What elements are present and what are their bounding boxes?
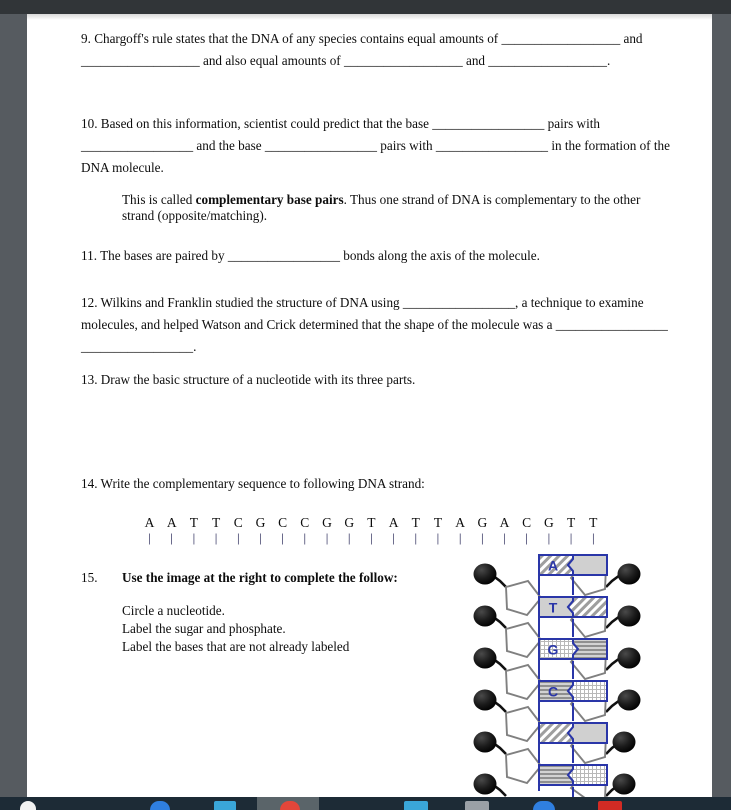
sequence-base-7: C xyxy=(300,514,310,530)
rung-2-right-base xyxy=(572,638,608,660)
dna-sequence-letters: AATTCGCCGGTATTAGACGTT xyxy=(139,515,604,531)
question-13-number: 13. xyxy=(81,372,98,388)
sequence-bond-4: | xyxy=(236,529,240,545)
sequence-bond-6: | xyxy=(281,529,284,545)
sequence-base-20: T xyxy=(589,514,598,530)
rung-3-right-base xyxy=(566,680,608,702)
rung-1-left-label: T xyxy=(549,600,558,616)
rung-3-left-label: C xyxy=(548,684,558,700)
sequence-bond-12: | xyxy=(414,529,418,545)
sequence-bond-8: | xyxy=(325,529,329,545)
question-12: 12. Wilkins and Franklin studied the str… xyxy=(81,292,672,357)
question-14-text: Write the complementary sequence to foll… xyxy=(100,476,425,492)
note-complementary-base-pairs: This is called complementary base pairs.… xyxy=(122,192,672,225)
sequence-base-5: G xyxy=(255,514,266,530)
note-prefix: This is called xyxy=(122,191,196,207)
base-pair-rung-4 xyxy=(538,722,608,744)
sequence-base-15: G xyxy=(477,514,488,530)
sequence-base-18: G xyxy=(544,514,554,530)
sequence-base-12: T xyxy=(411,514,420,530)
screen: 9. Chargoff's rule states that the DNA o… xyxy=(0,0,731,810)
sequence-base-9: G xyxy=(344,514,355,530)
rung-0-left-label: A xyxy=(548,558,558,574)
taskbar-icon-browser[interactable] xyxy=(150,801,170,810)
gap-after-q11 xyxy=(81,266,672,292)
question-12-text: Wilkins and Franklin studied the structu… xyxy=(81,295,668,354)
os-taskbar[interactable] xyxy=(0,797,731,810)
base-pair-rung-1: T xyxy=(538,596,608,618)
base-pair-rung-2: G xyxy=(538,638,608,660)
sequence-base-8: G xyxy=(322,514,332,530)
sequence-base-4: C xyxy=(233,514,243,530)
sequence-base-1: A xyxy=(166,514,177,530)
question-9-number: 9. xyxy=(81,31,91,46)
note-bold-term: complementary base pairs xyxy=(195,191,344,207)
viewer-right-gutter xyxy=(712,14,731,797)
question-12-number: 12. xyxy=(81,295,98,311)
document-page[interactable]: 9. Chargoff's rule states that the DNA o… xyxy=(27,14,712,797)
taskbar-icon-start[interactable] xyxy=(20,801,36,810)
sequence-base-10: T xyxy=(367,514,376,530)
phosphate-group-left xyxy=(473,563,497,795)
viewer-left-gutter xyxy=(0,14,27,797)
sequence-base-2: T xyxy=(189,514,198,530)
sequence-bond-9: | xyxy=(347,529,351,545)
rung-2-left-label: G xyxy=(548,642,559,658)
sequence-base-0: A xyxy=(144,514,155,530)
question-11-text: The bases are paired by ________________… xyxy=(100,247,540,263)
rung-1-right-base xyxy=(566,596,608,618)
window-top-chrome xyxy=(0,0,731,14)
taskbar-icon-explorer[interactable] xyxy=(214,801,236,810)
sequence-base-3: T xyxy=(211,514,221,530)
sequence-bond-7: | xyxy=(303,529,307,545)
sequence-base-17: C xyxy=(522,514,532,530)
question-14-number: 14. xyxy=(81,476,98,492)
question-13: 13. Draw the basic structure of a nucleo… xyxy=(81,369,672,391)
sequence-base-13: T xyxy=(433,514,443,530)
sequence-base-16: A xyxy=(499,514,510,530)
dna-ladder-diagram: A T G C xyxy=(444,533,668,797)
gap-after-q9 xyxy=(81,90,672,113)
sequence-base-11: A xyxy=(388,514,399,530)
sequence-base-19: T xyxy=(566,514,576,530)
taskbar-icon-chrome[interactable] xyxy=(533,801,555,810)
sequence-bond-11: | xyxy=(392,529,395,545)
sequence-bond-5: | xyxy=(259,529,262,545)
question-14: 14. Write the complementary sequence to … xyxy=(81,473,672,495)
taskbar-icon-folder[interactable] xyxy=(465,801,489,810)
rung-4-right-base xyxy=(566,722,608,744)
rung-0-right-base xyxy=(566,554,608,576)
sequence-bond-1: | xyxy=(170,529,173,545)
sequence-base-14: A xyxy=(455,514,465,530)
rung-5-right-base xyxy=(566,764,608,786)
question-10: 10. Based on this information, scientist… xyxy=(81,113,672,178)
sequence-bond-2: | xyxy=(192,529,196,545)
phosphate-group-right xyxy=(612,563,641,795)
question-9-text: Chargoff's rule states that the DNA of a… xyxy=(81,31,643,68)
question-10-number: 10. xyxy=(81,116,98,132)
sequence-bond-3: | xyxy=(214,529,218,545)
question-10-text: Based on this information, scientist cou… xyxy=(81,116,670,175)
taskbar-icon-active-window[interactable] xyxy=(280,801,300,810)
base-pair-rung-0: A xyxy=(538,554,608,576)
taskbar-icon-word[interactable] xyxy=(404,801,428,810)
sequence-base-6: C xyxy=(278,514,288,530)
base-pair-rung-3: C xyxy=(538,680,608,702)
question-15-number: 15. xyxy=(81,569,98,585)
left-backbone xyxy=(473,563,543,797)
sequence-bond-10: | xyxy=(370,529,373,545)
answer-space-q13[interactable] xyxy=(81,391,672,473)
base-pair-rung-5 xyxy=(538,764,608,786)
sequence-bond-0: | xyxy=(148,529,151,545)
question-13-text: Draw the basic structure of a nucleotide… xyxy=(100,372,416,388)
question-11: 11. The bases are paired by ____________… xyxy=(81,245,672,267)
question-9: 9. Chargoff's rule states that the DNA o… xyxy=(81,28,672,71)
taskbar-icon-media[interactable] xyxy=(598,801,622,810)
question-11-number: 11. xyxy=(81,247,97,263)
gap-after-q12 xyxy=(81,357,672,369)
